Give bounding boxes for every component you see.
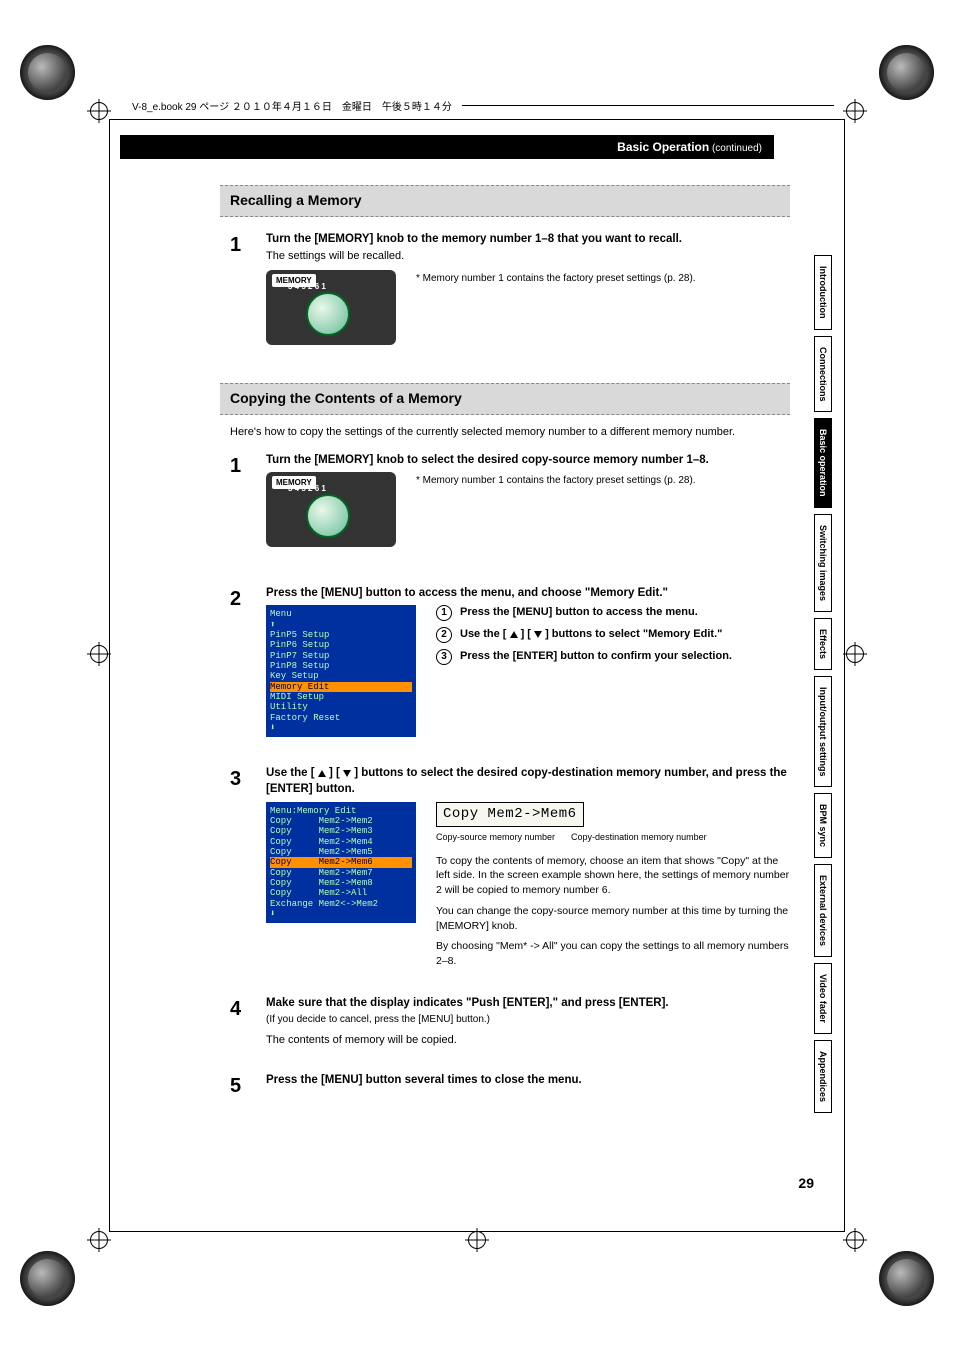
- registration-mark: [90, 102, 108, 120]
- copy-step-5: 5 Press the [MENU] button several times …: [230, 1072, 790, 1100]
- step-number: 1: [230, 452, 252, 547]
- step-number: 1: [230, 231, 252, 345]
- side-tab[interactable]: Appendices: [814, 1040, 832, 1113]
- side-tab[interactable]: External devices: [814, 864, 832, 957]
- registration-mark: [90, 1231, 108, 1249]
- side-nav-tabs: Introduction Connections Basic operation Sw…: [814, 255, 832, 1113]
- section-heading-copy: Copying the Contents of a Memory: [220, 383, 790, 415]
- chapter-title: Basic Operation: [617, 140, 709, 154]
- sub-steps: 1 Press the [MENU] button to access the m…: [436, 605, 790, 671]
- circle-number-icon: 3: [436, 649, 452, 665]
- step-instruction: Turn the [MEMORY] knob to the memory num…: [266, 231, 790, 247]
- corner-ornament: [20, 45, 75, 100]
- step-number: 5: [230, 1072, 252, 1100]
- side-tab[interactable]: Switching images: [814, 514, 832, 612]
- side-tab[interactable]: Video fader: [814, 963, 832, 1034]
- side-tab[interactable]: Input/output settings: [814, 676, 832, 787]
- copy-step-3: 3 Use the [ ] [ ] buttons to select the …: [230, 765, 790, 974]
- substep-text: Use the [ ] [ ] buttons to select "Memor…: [460, 627, 722, 642]
- registration-mark: [846, 1231, 864, 1249]
- step-instruction: Press the [MENU] button to access the me…: [266, 585, 790, 601]
- arrow-down-icon: [534, 631, 542, 638]
- copy-intro: Here's how to copy the settings of the c…: [230, 425, 790, 440]
- corner-ornament: [879, 1251, 934, 1306]
- knob-dial-icon: [306, 494, 350, 538]
- step-number: 3: [230, 765, 252, 974]
- lcd-caption-source: Copy-source memory number: [436, 831, 555, 844]
- knob-dial-icon: [306, 292, 350, 336]
- arrow-up-icon: [510, 631, 518, 638]
- step-subtext: The contents of memory will be copied.: [266, 1033, 790, 1048]
- copy-step-2: 2 Press the [MENU] button to access the …: [230, 585, 790, 737]
- substep-text: Press the [MENU] button to access the me…: [460, 605, 698, 620]
- side-tab[interactable]: Basic operation: [814, 418, 832, 508]
- page-content: Recalling a Memory 1 Turn the [MEMORY] k…: [230, 185, 790, 1110]
- registration-mark: [468, 1231, 486, 1249]
- side-tab[interactable]: Effects: [814, 618, 832, 670]
- side-tab[interactable]: Introduction: [814, 255, 832, 330]
- step-instruction: Use the [ ] [ ] buttons to select the de…: [266, 765, 790, 797]
- copy-para-3: By choosing "Mem* -> All" you can copy t…: [436, 939, 790, 968]
- chapter-continued: (continued): [709, 143, 762, 154]
- factory-preset-note: * Memory number 1 contains the factory p…: [416, 272, 696, 286]
- copy-step-4: 4 Make sure that the display indicates "…: [230, 995, 790, 1054]
- substep-text: Press the [ENTER] button to confirm your…: [460, 649, 732, 664]
- circle-number-icon: 2: [436, 627, 452, 643]
- recall-step-1: 1 Turn the [MEMORY] knob to the memory n…: [230, 231, 790, 345]
- page-number: 29: [798, 1175, 814, 1191]
- step-number: 2: [230, 585, 252, 737]
- registration-mark: [846, 102, 864, 120]
- lcd-caption-dest: Copy-destination memory number: [571, 831, 707, 844]
- chapter-header: Basic Operation (continued): [120, 135, 774, 159]
- corner-ornament: [879, 45, 934, 100]
- factory-preset-note: * Memory number 1 contains the factory p…: [416, 474, 696, 488]
- step-instruction: Make sure that the display indicates "Pu…: [266, 995, 790, 1011]
- side-tab[interactable]: BPM sync: [814, 793, 832, 858]
- memory-knob-figure: MEMORY 3 4 5 2 6 1: [266, 270, 396, 345]
- step-subtext: The settings will be recalled.: [266, 249, 790, 264]
- section-heading-recall: Recalling a Memory: [220, 185, 790, 217]
- arrow-up-icon: [318, 770, 326, 777]
- step-instruction: Turn the [MEMORY] knob to select the des…: [266, 452, 790, 468]
- knob-ticks: 3 4 5 2 6 1: [288, 282, 326, 292]
- copy-para-1: To copy the contents of memory, choose a…: [436, 854, 790, 898]
- corner-ornament: [20, 1251, 75, 1306]
- menu-screen-figure: Menu⬆PinP5 SetupPinP6 SetupPinP7 SetupPi…: [266, 605, 416, 737]
- memory-edit-screen-figure: Menu:Memory EditCopy Mem2->Mem2Copy Mem2…: [266, 802, 416, 924]
- step-subtext: (If you decide to cancel, press the [MEN…: [266, 1013, 790, 1027]
- lcd-display: Copy Mem2->Mem6: [436, 802, 584, 828]
- registration-mark: [90, 645, 108, 663]
- knob-ticks: 3 4 5 2 6 1: [288, 484, 326, 494]
- arrow-down-icon: [343, 770, 351, 777]
- memory-knob-figure: MEMORY 3 4 5 2 6 1: [266, 472, 396, 547]
- side-tab[interactable]: Connections: [814, 336, 832, 413]
- book-running-head: V-8_e.book 29 ページ ２０１０年４月１６日 金曜日 午後５時１４分: [132, 98, 834, 113]
- copy-step-1: 1 Turn the [MEMORY] knob to select the d…: [230, 452, 790, 547]
- step-instruction: Press the [MENU] button several times to…: [266, 1072, 790, 1088]
- lcd-caption: Copy-source memory number Copy-destinati…: [436, 831, 790, 844]
- copy-para-2: You can change the copy-source memory nu…: [436, 904, 790, 933]
- registration-mark: [846, 645, 864, 663]
- circle-number-icon: 1: [436, 605, 452, 621]
- step-number: 4: [230, 995, 252, 1054]
- book-header-text: V-8_e.book 29 ページ ２０１０年４月１６日 金曜日 午後５時１４分: [132, 98, 452, 113]
